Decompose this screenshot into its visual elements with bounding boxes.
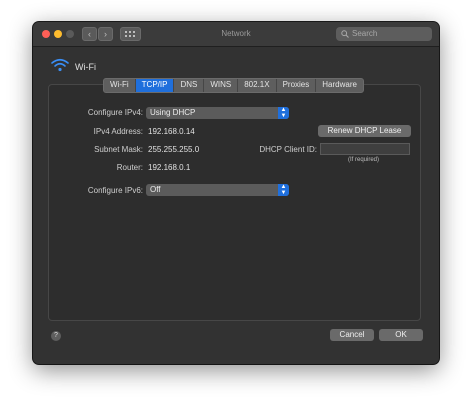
interface-name: Wi-Fi [75, 62, 96, 72]
tab-8021x[interactable]: 802.1X [238, 79, 277, 92]
renew-dhcp-lease-button[interactable]: Renew DHCP Lease [318, 125, 411, 137]
router-value: 192.168.0.1 [148, 163, 191, 172]
dhcp-client-id-label: DHCP Client ID: [259, 145, 317, 154]
dhcp-client-id-hint: (If required) [348, 157, 380, 163]
help-button[interactable]: ? [51, 331, 61, 341]
tab-wins[interactable]: WINS [204, 79, 239, 92]
subnet-mask-label: Subnet Mask: [94, 145, 143, 154]
ipv4-address-value: 192.168.0.14 [148, 127, 195, 136]
tab-proxies[interactable]: Proxies [277, 79, 317, 92]
configure-ipv4-select[interactable]: Using DHCP ▲ ▼ [146, 107, 289, 119]
tab-bar: Wi-Fi TCP/IP DNS WINS 802.1X Proxies Har… [103, 78, 364, 93]
search-icon [341, 30, 349, 38]
wifi-icon [51, 58, 69, 72]
configure-ipv4-value: Using DHCP [150, 108, 196, 117]
configure-ipv6-select[interactable]: Off ▲ ▼ [146, 184, 289, 196]
tab-dns[interactable]: DNS [174, 79, 205, 92]
router-label: Router: [116, 163, 143, 172]
dhcp-client-id-field[interactable] [320, 143, 410, 155]
subnet-mask-value: 255.255.255.0 [148, 145, 200, 154]
search-placeholder: Search [352, 29, 378, 38]
ipv4-address-label: IPv4 Address: [93, 127, 143, 136]
chevron-updown-icon: ▲ ▼ [278, 184, 289, 196]
title-bar: ‹ › Network Search [33, 22, 439, 47]
configure-ipv6-value: Off [150, 185, 161, 194]
tab-tcpip[interactable]: TCP/IP [135, 79, 175, 92]
chevron-updown-icon: ▲ ▼ [278, 107, 289, 119]
tab-wifi[interactable]: Wi-Fi [104, 79, 136, 92]
search-field[interactable]: Search [336, 27, 432, 41]
tab-hardware[interactable]: Hardware [316, 79, 363, 92]
cancel-button[interactable]: Cancel [330, 329, 374, 341]
ok-button[interactable]: OK [379, 329, 423, 341]
configure-ipv6-label: Configure IPv6: [87, 186, 143, 195]
settings-panel [48, 84, 421, 321]
configure-ipv4-label: Configure IPv4: [87, 108, 143, 117]
network-window: ‹ › Network Search Wi-Fi Wi-Fi TCP/IP DN… [33, 22, 439, 364]
